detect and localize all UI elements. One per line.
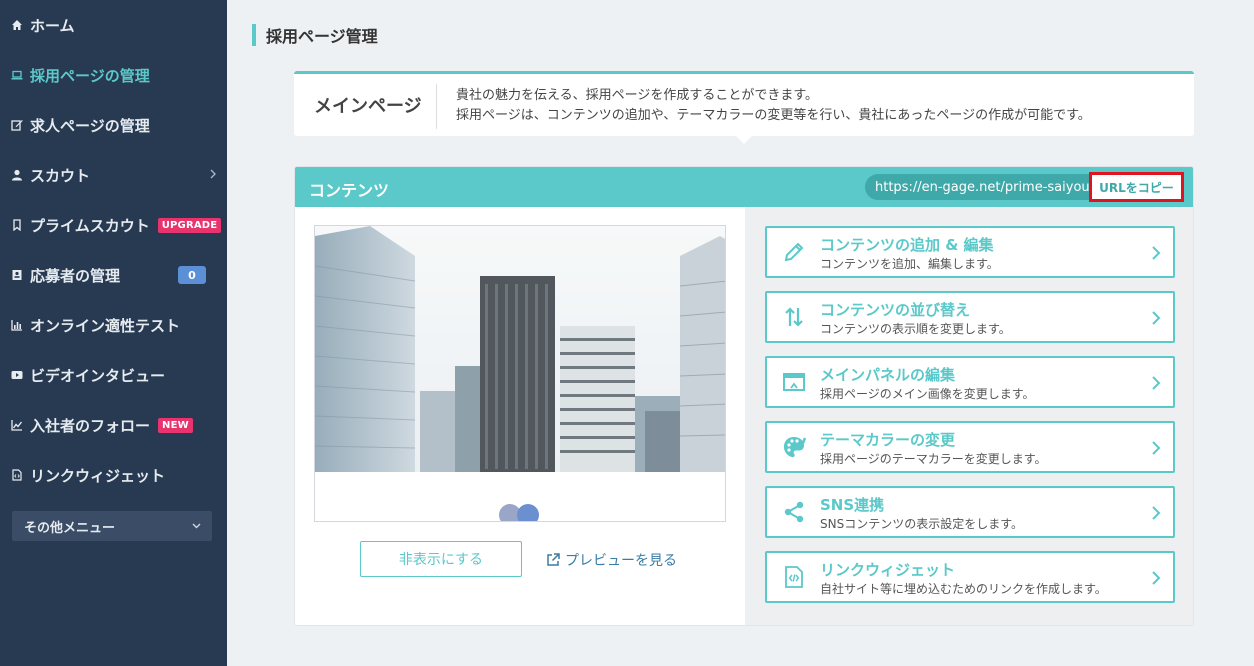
sidebar-item-onboarding-follow[interactable]: 入社者のフォロー NEW	[10, 413, 222, 437]
sidebar-item-applicants[interactable]: 応募者の管理 0	[10, 263, 222, 287]
share-icon	[784, 501, 804, 523]
chevron-right-icon	[1152, 441, 1161, 455]
sidebar-item-label: リンクウィジェット	[30, 466, 166, 485]
action-title: コンテンツの並び替え	[820, 301, 971, 319]
link-widget-button[interactable]: リンクウィジェット 自社サイト等に埋め込むためのリンクを作成します。	[765, 551, 1175, 603]
sidebar-item-job-page[interactable]: 求人ページの管理	[10, 113, 222, 137]
page-preview-thumbnail[interactable]	[314, 225, 726, 522]
sidebar-item-home[interactable]: ホーム	[10, 13, 222, 37]
sidebar-item-label: 求人ページの管理	[30, 116, 150, 135]
bar-chart-icon	[10, 318, 24, 332]
sidebar-item-prime-scout[interactable]: プライムスカウト UPGRADE	[10, 213, 222, 237]
sidebar-item-label: 入社者のフォロー	[30, 416, 151, 435]
content-title: コンテンツ	[309, 181, 390, 200]
reorder-content-button[interactable]: コンテンツの並び替え コンテンツの表示順を変更します。	[765, 291, 1175, 343]
panel-icon	[783, 373, 805, 391]
sidebar-item-label: 採用ページの管理	[30, 66, 150, 85]
external-link-icon	[547, 553, 560, 566]
sidebar-item-online-test[interactable]: オンライン適性テスト	[10, 313, 222, 337]
upgrade-badge: UPGRADE	[157, 217, 222, 233]
info-divider	[436, 84, 437, 129]
add-edit-content-button[interactable]: コンテンツの追加 & 編集 コンテンツを追加、編集します。	[765, 226, 1175, 278]
chevron-right-icon	[1152, 376, 1161, 390]
sidebar-item-label: ホーム	[30, 16, 75, 35]
applicant-count-badge: 0	[178, 266, 206, 284]
sidebar-item-label: スカウト	[30, 166, 91, 185]
page-url: https://en-gage.net/prime-saiyou/	[865, 174, 1105, 200]
sidebar-item-label: 応募者の管理	[30, 266, 121, 285]
sidebar-item-label: プライムスカウト	[30, 216, 150, 235]
main-page-info-box: メインページ 貴社の魅力を伝える、採用ページを作成することができます。 採用ペー…	[294, 71, 1194, 144]
chevron-down-icon	[192, 523, 201, 529]
action-description: コンテンツを追加、編集します。	[820, 257, 999, 271]
content-panel: コンテンツ https://en-gage.net/prime-saiyou/ …	[294, 166, 1194, 626]
sidebar-item-video-interview[interactable]: ビデオインタビュー	[10, 363, 222, 387]
action-description: 自社サイト等に埋め込むためのリンクを作成します。	[820, 582, 1107, 596]
hide-button[interactable]: 非表示にする	[360, 541, 522, 577]
new-badge: NEW	[158, 417, 193, 433]
preview-link[interactable]: プレビューを見る	[546, 550, 677, 570]
action-description: 採用ページのテーマカラーを変更します。	[820, 452, 1047, 466]
sidebar: ホーム 採用ページの管理 求人ページの管理 スカウト プライムスカウト UPGR…	[0, 0, 227, 666]
action-description: コンテンツの表示順を変更します。	[820, 322, 1011, 336]
id-card-icon	[10, 268, 24, 282]
code-file-icon	[10, 468, 24, 482]
palette-icon	[784, 437, 806, 457]
info-description: 貴社の魅力を伝える、採用ページを作成することができます。 採用ページは、コンテン…	[456, 86, 1091, 126]
info-line-2: 採用ページは、コンテンツの追加や、テーマカラーの変更等を行い、貴社にあったページ…	[456, 108, 1091, 123]
sns-integration-button[interactable]: SNS連携 SNSコンテンツの表示設定をします。	[765, 486, 1175, 538]
edit-icon	[10, 118, 24, 132]
action-title: テーマカラーの変更	[820, 431, 956, 449]
laptop-icon	[10, 68, 24, 82]
bookmark-icon	[10, 218, 24, 232]
chevron-right-icon	[1152, 571, 1161, 585]
line-chart-icon	[10, 418, 24, 432]
sidebar-item-scout[interactable]: スカウト	[10, 163, 222, 187]
preview-area: 非表示にする プレビューを見る	[295, 207, 745, 625]
action-description: SNSコンテンツの表示設定をします。	[820, 517, 1024, 531]
sidebar-item-link-widget[interactable]: リンクウィジェット	[10, 463, 222, 487]
sidebar-item-label: オンライン適性テスト	[30, 316, 181, 335]
copy-url-button[interactable]: URLをコピー	[1089, 172, 1184, 202]
preview-link-label: プレビューを見る	[565, 553, 677, 569]
en-logo-icon	[499, 504, 539, 521]
other-menu-dropdown[interactable]: その他メニュー	[12, 511, 212, 541]
action-description: 採用ページのメイン画像を変更します。	[820, 387, 1035, 401]
change-theme-color-button[interactable]: テーマカラーの変更 採用ページのテーマカラーを変更します。	[765, 421, 1175, 473]
info-pointer	[736, 136, 752, 144]
sidebar-item-recruit-page[interactable]: 採用ページの管理	[10, 63, 222, 87]
code-file-icon	[785, 566, 803, 588]
video-icon	[10, 368, 24, 382]
pencil-icon	[784, 242, 804, 262]
other-menu-label: その他メニュー	[24, 520, 116, 536]
home-icon	[10, 18, 24, 32]
edit-main-panel-button[interactable]: メインパネルの編集 採用ページのメイン画像を変更します。	[765, 356, 1175, 408]
action-title: SNS連携	[820, 496, 885, 514]
chevron-right-icon	[1152, 246, 1161, 260]
chevron-right-icon	[210, 169, 216, 179]
user-icon	[10, 168, 24, 182]
info-label: メインページ	[314, 96, 422, 117]
content-header: コンテンツ https://en-gage.net/prime-saiyou/ …	[295, 167, 1193, 207]
page-title: 採用ページ管理	[252, 24, 378, 46]
sort-icon	[785, 307, 803, 327]
sidebar-item-label: ビデオインタビュー	[30, 366, 166, 385]
action-title: コンテンツの追加 & 編集	[820, 236, 994, 254]
action-title: リンクウィジェット	[820, 561, 956, 579]
info-line-1: 貴社の魅力を伝える、採用ページを作成することができます。	[456, 88, 819, 103]
action-title: メインパネルの編集	[820, 366, 956, 384]
actions-area: コンテンツの追加 & 編集 コンテンツを追加、編集します。 コンテンツの並び替え…	[745, 207, 1193, 625]
chevron-right-icon	[1152, 506, 1161, 520]
chevron-right-icon	[1152, 311, 1161, 325]
buildings-hero-image	[315, 226, 725, 472]
